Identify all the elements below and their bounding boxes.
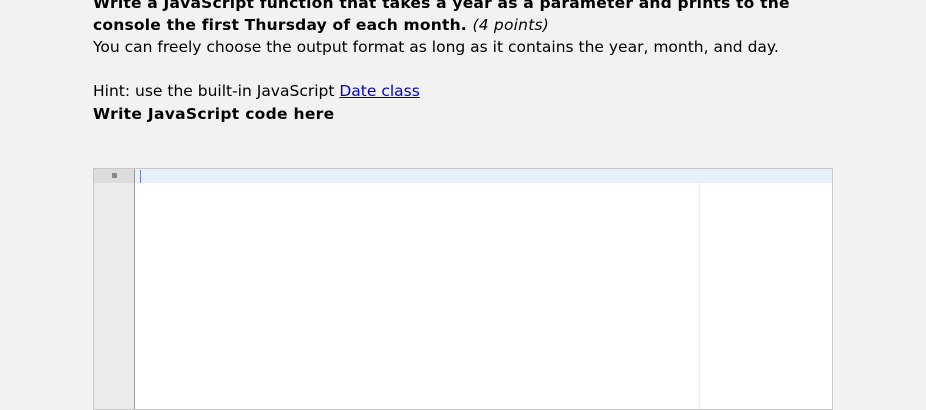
- question-title-text: Write a JavaScript function that takes a…: [93, 0, 790, 34]
- editor-gutter: [94, 169, 135, 409]
- fold-marker-icon[interactable]: [112, 173, 117, 178]
- question-points: (4 points): [472, 16, 549, 34]
- date-class-link[interactable]: Date class: [339, 82, 419, 100]
- code-label: Write JavaScript code here: [93, 105, 335, 123]
- question-description: You can freely choose the output format …: [93, 38, 779, 56]
- question-title: Write a JavaScript function that takes a…: [93, 0, 853, 36]
- code-input[interactable]: [135, 169, 832, 409]
- question-block: Write a JavaScript function that takes a…: [93, 0, 853, 125]
- question-hint: Hint: use the built-in JavaScript Date c…: [93, 80, 853, 102]
- hint-text: Hint: use the built-in JavaScript: [93, 82, 340, 100]
- code-editor[interactable]: [93, 168, 833, 410]
- gutter-active-line: [94, 169, 134, 183]
